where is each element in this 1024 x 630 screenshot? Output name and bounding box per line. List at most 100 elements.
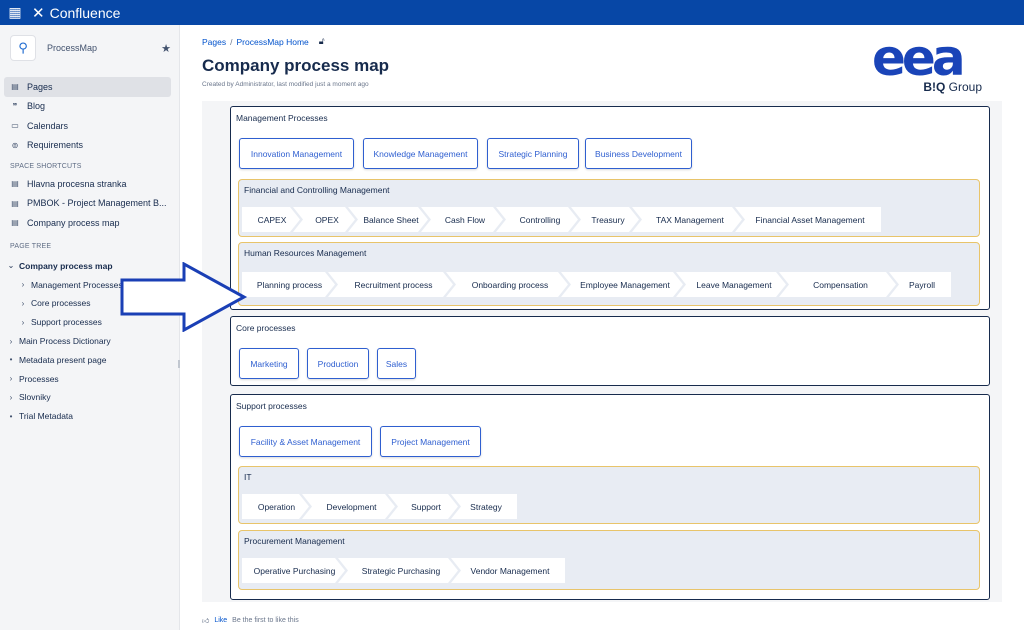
shortcut-hlavna[interactable]: ▤ Hlavna procesna stranka [0,174,179,194]
sidebar-item-label: Calendars [27,120,69,131]
tree-item[interactable]: › Slovniky [0,388,179,407]
tree-item-label: Trial Metadata [19,411,74,422]
annotation-arrow-icon [120,262,248,332]
breadcrumb-pages[interactable]: Pages [202,37,226,47]
page-byline: Created by Administrator, last modified … [202,81,369,88]
requirements-icon: ⊚ [11,140,19,150]
bullet-icon[interactable]: • [6,355,16,364]
brand-mark: eea [872,29,966,87]
chevron-right-icon[interactable]: › [6,374,16,383]
sidebar-resize-handle[interactable] [178,360,180,368]
strategic-planning-button[interactable]: Strategic Planning [487,138,579,169]
tree-item[interactable]: › Main Process Dictionary [0,332,179,351]
chevron-right-icon[interactable]: › [18,318,28,327]
page-icon: ▤ [11,218,19,228]
tree-item[interactable]: • Metadata present page [0,350,179,369]
process-step[interactable]: Cash Flow [421,207,503,232]
tree-item-label: Support processes [31,317,102,328]
tree-item-label: Management Processes [31,279,123,290]
process-step[interactable]: Controlling [496,207,578,232]
sales-button[interactable]: Sales [377,348,416,379]
thumbs-up-icon[interactable]: 👍︎ [202,616,209,625]
process-step[interactable]: Strategy [451,494,517,519]
page-title: Company process map [202,56,390,75]
support-processes-group: Support processes Facility & Asset Manag… [230,394,990,600]
space-avatar-icon[interactable]: ⚲ [10,35,36,61]
group-title: Support processes [236,401,307,411]
tree-item-label: Main Process Dictionary [19,336,111,347]
process-step[interactable]: Planning process [242,272,335,297]
production-button[interactable]: Production [307,348,369,379]
process-step[interactable]: Development [302,494,395,519]
tree-item[interactable]: › Processes [0,369,179,388]
shortcut-pmbok[interactable]: ▤ PMBOK - Project Management B... [0,194,179,214]
confluence-logo[interactable]: ✕ Confluence [32,4,120,22]
process-step[interactable]: Recruitment process [328,272,453,297]
procurement-steps: Operative Purchasing Strategic Purchasing… [242,558,565,583]
breadcrumb-processmap-home[interactable]: ProcessMap Home [236,37,308,47]
sidebar-item-calendars[interactable]: ▭ Calendars [0,116,179,136]
chevron-right-icon[interactable]: › [18,299,28,308]
shortcut-label: PMBOK - Project Management B... [27,198,167,209]
process-step[interactable]: Financial Asset Management [735,207,881,232]
bullet-icon[interactable]: • [6,412,16,421]
breadcrumb: Pages / ProcessMap Home 🔓︎ [202,36,325,47]
app-name: Confluence [49,4,121,21]
calendar-icon: ▭ [11,121,19,131]
process-step[interactable]: Strategic Purchasing [338,558,458,583]
star-icon[interactable]: ★ [161,42,171,55]
confluence-mark-icon: ✕ [32,4,45,22]
process-step[interactable]: Treasury [571,207,639,232]
sidebar-item-blog[interactable]: ❞ Blog [0,97,179,117]
process-step[interactable]: Vendor Management [451,558,565,583]
business-development-button[interactable]: Business Development [585,138,692,169]
tree-item-label: Company process map [19,260,113,271]
chevron-right-icon[interactable]: › [18,280,28,289]
process-step[interactable]: Operation [242,494,309,519]
sidebar-item-label: Pages [27,81,53,92]
it-steps: Operation Development Support Strategy [242,494,517,519]
process-step[interactable]: CAPEX [242,207,300,232]
unlock-icon[interactable]: 🔓︎ [319,36,325,47]
process-step[interactable]: Onboarding process [446,272,568,297]
group-title: Management Processes [236,113,328,123]
sidebar-item-pages[interactable]: ▤ Pages [4,77,171,97]
chevron-down-icon[interactable]: ⌄ [6,261,16,270]
management-processes-group: Management Processes Innovation Manageme… [230,106,990,310]
sidebar-item-label: Blog [27,101,46,112]
marketing-button[interactable]: Marketing [239,348,299,379]
eea-biq-group-logo: eea B!Q Group [872,29,984,98]
process-step[interactable]: Compensation [779,272,896,297]
process-step[interactable]: Payroll [889,272,951,297]
it-subgroup: IT Operation Development Support Strategy [238,466,980,524]
innovation-management-button[interactable]: Innovation Management [239,138,354,169]
sidebar-item-requirements[interactable]: ⊚ Requirements [0,136,179,156]
main-content: Pages / ProcessMap Home 🔓︎ Company proce… [202,25,1002,630]
chevron-right-icon[interactable]: › [6,337,16,346]
process-step[interactable]: Support [388,494,458,519]
facility-asset-management-button[interactable]: Facility & Asset Management [239,426,372,457]
process-step[interactable]: TAX Management [632,207,742,232]
process-step[interactable]: OPEX [293,207,355,232]
page-tree-heading: PAGE TREE [10,243,52,250]
hr-steps: Planning process Recruitment process Onboa… [242,272,951,297]
process-step[interactable]: Employee Management [561,272,683,297]
process-step[interactable]: Operative Purchasing [242,558,345,583]
app-switcher-icon[interactable]: ▦ [0,0,30,25]
tree-item-label: Metadata present page [19,354,107,365]
core-processes-group: Core processes Marketing Production Sale… [230,316,990,386]
shortcut-company-process-map[interactable]: ▤ Company process map [0,213,179,233]
knowledge-management-button[interactable]: Knowledge Management [363,138,478,169]
like-link[interactable]: Like [214,617,227,624]
top-navigation-bar: ▦ ✕ Confluence [0,0,1024,25]
shortcut-label: Company process map [27,217,120,228]
page-icon: ▤ [11,198,19,208]
project-management-button[interactable]: Project Management [380,426,481,457]
space-name[interactable]: ProcessMap [47,43,161,53]
financial-controlling-subgroup: Financial and Controlling Management CAP… [238,179,980,237]
process-step[interactable]: Leave Management [676,272,786,297]
chevron-right-icon[interactable]: › [6,393,16,402]
human-resources-subgroup: Human Resources Management Planning proc… [238,242,980,306]
tree-item[interactable]: • Trial Metadata [0,407,179,426]
process-step[interactable]: Balance Sheet [348,207,428,232]
